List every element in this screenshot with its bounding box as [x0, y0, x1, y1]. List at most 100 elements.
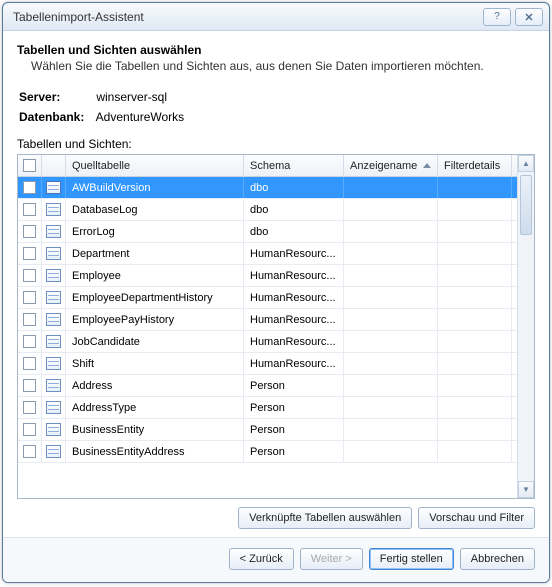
table-row[interactable]: AddressPerson	[18, 375, 517, 397]
header-filter[interactable]: Filterdetails	[438, 155, 512, 176]
row-checkbox-cell[interactable]	[18, 309, 42, 330]
row-source: BusinessEntity	[66, 419, 244, 440]
row-icon-cell	[42, 397, 66, 418]
next-button[interactable]: Weiter >	[300, 548, 363, 570]
table-row[interactable]: BusinessEntityAddressPerson	[18, 441, 517, 463]
row-source: BusinessEntityAddress	[66, 441, 244, 462]
row-filter	[438, 397, 512, 418]
table-icon	[46, 313, 61, 326]
row-icon-cell	[42, 199, 66, 220]
row-checkbox-cell[interactable]	[18, 375, 42, 396]
row-checkbox[interactable]	[23, 357, 36, 370]
table-row[interactable]: JobCandidateHumanResourc...	[18, 331, 517, 353]
table-row[interactable]: ErrorLogdbo	[18, 221, 517, 243]
scroll-down-icon[interactable]: ▼	[518, 481, 534, 498]
row-display	[344, 419, 438, 440]
table-icon	[46, 247, 61, 260]
row-filter	[438, 287, 512, 308]
row-checkbox[interactable]	[23, 313, 36, 326]
row-checkbox-cell[interactable]	[18, 441, 42, 462]
row-schema: dbo	[244, 221, 344, 242]
row-checkbox[interactable]	[23, 335, 36, 348]
row-source: EmployeePayHistory	[66, 309, 244, 330]
row-checkbox[interactable]	[23, 445, 36, 458]
back-button[interactable]: < Zurück	[229, 548, 294, 570]
row-checkbox-cell[interactable]	[18, 331, 42, 352]
row-checkbox-cell[interactable]	[18, 353, 42, 374]
row-schema: HumanResourc...	[244, 243, 344, 264]
row-source: Employee	[66, 265, 244, 286]
row-source: AddressType	[66, 397, 244, 418]
grid-label: Tabellen und Sichten:	[17, 137, 535, 151]
cancel-button[interactable]: Abbrechen	[460, 548, 535, 570]
page-heading: Tabellen und Sichten auswählen	[17, 43, 535, 57]
row-schema: Person	[244, 375, 344, 396]
database-value: AdventureWorks	[96, 110, 184, 124]
import-wizard-dialog: Tabellenimport-Assistent ? Tabellen und …	[2, 2, 550, 583]
page-subheading: Wählen Sie die Tabellen und Sichten aus,…	[31, 59, 535, 73]
row-checkbox[interactable]	[23, 247, 36, 260]
table-icon	[46, 269, 61, 282]
table-row[interactable]: ShiftHumanResourc...	[18, 353, 517, 375]
row-source: EmployeeDepartmentHistory	[66, 287, 244, 308]
row-display	[344, 243, 438, 264]
table-row[interactable]: EmployeePayHistoryHumanResourc...	[18, 309, 517, 331]
table-row[interactable]: BusinessEntityPerson	[18, 419, 517, 441]
header-display[interactable]: Anzeigename	[344, 155, 438, 176]
row-checkbox[interactable]	[23, 203, 36, 216]
header-schema[interactable]: Schema	[244, 155, 344, 176]
row-checkbox[interactable]	[23, 225, 36, 238]
row-filter	[438, 441, 512, 462]
table-row[interactable]: AWBuildVersiondbo	[18, 177, 517, 199]
scroll-up-icon[interactable]: ▲	[518, 155, 534, 172]
table-icon	[46, 225, 61, 238]
row-checkbox[interactable]	[23, 291, 36, 304]
row-filter	[438, 375, 512, 396]
row-checkbox-cell[interactable]	[18, 221, 42, 242]
row-filter	[438, 265, 512, 286]
select-related-button[interactable]: Verknüpfte Tabellen auswählen	[238, 507, 412, 529]
row-checkbox-cell[interactable]	[18, 265, 42, 286]
scroll-thumb[interactable]	[520, 175, 532, 235]
row-checkbox-cell[interactable]	[18, 177, 42, 198]
row-filter	[438, 331, 512, 352]
table-row[interactable]: EmployeeDepartmentHistoryHumanResourc...	[18, 287, 517, 309]
row-checkbox-cell[interactable]	[18, 199, 42, 220]
row-checkbox[interactable]	[23, 401, 36, 414]
help-button[interactable]: ?	[483, 8, 511, 26]
header-source[interactable]: Quelltabelle	[66, 155, 244, 176]
row-icon-cell	[42, 265, 66, 286]
table-row[interactable]: EmployeeHumanResourc...	[18, 265, 517, 287]
row-schema: HumanResourc...	[244, 331, 344, 352]
row-filter	[438, 221, 512, 242]
row-checkbox[interactable]	[23, 379, 36, 392]
row-checkbox[interactable]	[23, 423, 36, 436]
row-checkbox-cell[interactable]	[18, 287, 42, 308]
wizard-footer: < Zurück Weiter > Fertig stellen Abbrech…	[3, 537, 549, 582]
table-row[interactable]: DepartmentHumanResourc...	[18, 243, 517, 265]
row-display	[344, 331, 438, 352]
row-checkbox-cell[interactable]	[18, 397, 42, 418]
finish-button[interactable]: Fertig stellen	[369, 548, 454, 570]
header-checkbox-col[interactable]	[18, 155, 42, 176]
row-icon-cell	[42, 243, 66, 264]
vertical-scrollbar[interactable]: ▲ ▼	[517, 155, 534, 498]
table-row[interactable]: DatabaseLogdbo	[18, 199, 517, 221]
server-label: Server:	[19, 90, 93, 104]
row-source: AWBuildVersion	[66, 177, 244, 198]
select-all-checkbox[interactable]	[23, 159, 36, 172]
row-schema: HumanResourc...	[244, 353, 344, 374]
preview-filter-button[interactable]: Vorschau und Filter	[418, 507, 535, 529]
title-bar: Tabellenimport-Assistent ?	[3, 3, 549, 31]
tables-grid: Quelltabelle Schema Anzeigename Filterde…	[17, 154, 535, 499]
row-checkbox[interactable]	[23, 181, 36, 194]
row-source: Department	[66, 243, 244, 264]
row-checkbox[interactable]	[23, 269, 36, 282]
row-checkbox-cell[interactable]	[18, 419, 42, 440]
row-icon-cell	[42, 177, 66, 198]
close-button[interactable]	[515, 8, 543, 26]
table-icon	[46, 445, 61, 458]
table-row[interactable]: AddressTypePerson	[18, 397, 517, 419]
row-checkbox-cell[interactable]	[18, 243, 42, 264]
row-display	[344, 177, 438, 198]
